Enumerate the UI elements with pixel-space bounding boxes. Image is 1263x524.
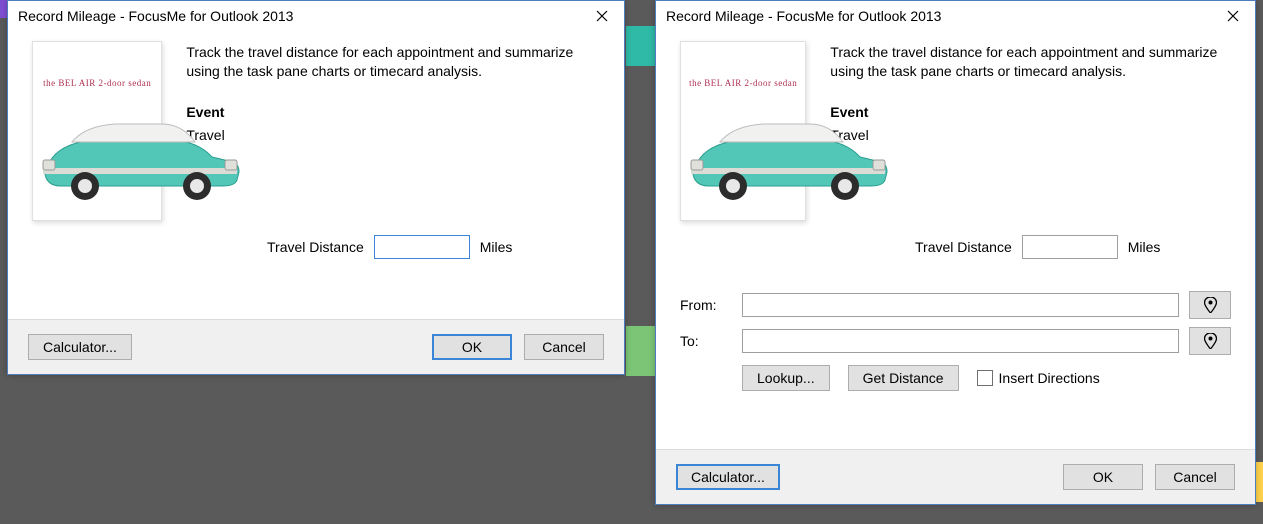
travel-distance-input[interactable] xyxy=(374,235,470,259)
distance-label: Travel Distance xyxy=(915,239,1012,255)
window-title: Record Mileage - FocusMe for Outlook 201… xyxy=(666,8,1211,24)
window-title: Record Mileage - FocusMe for Outlook 201… xyxy=(18,8,580,24)
record-mileage-dialog-expanded: Record Mileage - FocusMe for Outlook 201… xyxy=(655,0,1256,505)
travel-distance-row: Travel Distance Miles xyxy=(243,221,624,259)
calculator-section: From: To: Lookup... Get Distance Insert … xyxy=(656,287,1255,391)
ok-button[interactable]: OK xyxy=(432,334,512,360)
car-icon xyxy=(685,112,891,212)
close-button[interactable] xyxy=(1211,1,1255,31)
cancel-button[interactable]: Cancel xyxy=(524,334,604,360)
title-bar: Record Mileage - FocusMe for Outlook 201… xyxy=(8,1,624,31)
car-icon xyxy=(37,112,243,212)
from-label: From: xyxy=(680,297,732,313)
car-illustration: the BEL AIR 2-door sedan xyxy=(32,41,162,221)
travel-distance-input[interactable] xyxy=(1022,235,1118,259)
distance-label: Travel Distance xyxy=(267,239,364,255)
to-input[interactable] xyxy=(742,329,1179,353)
dialog-button-bar: Calculator... OK Cancel xyxy=(8,319,624,374)
dialog-button-bar: Calculator... OK Cancel xyxy=(656,449,1255,504)
record-mileage-dialog: Record Mileage - FocusMe for Outlook 201… xyxy=(7,0,625,375)
belair-caption: the BEL AIR 2-door sedan xyxy=(33,78,161,88)
event-name: Travel xyxy=(186,126,600,145)
travel-distance-row: Travel Distance Miles xyxy=(891,221,1255,259)
map-pin-icon xyxy=(1204,297,1217,313)
map-pin-icon xyxy=(1204,333,1217,349)
calculator-button[interactable]: Calculator... xyxy=(676,464,780,490)
title-bar: Record Mileage - FocusMe for Outlook 201… xyxy=(656,1,1255,31)
description-column: Track the travel distance for each appoi… xyxy=(186,41,600,221)
description-text: Track the travel distance for each appoi… xyxy=(830,43,1231,81)
belair-caption: the BEL AIR 2-door sedan xyxy=(681,78,805,88)
to-map-pin-button[interactable] xyxy=(1189,327,1231,355)
ok-button[interactable]: OK xyxy=(1063,464,1143,490)
insert-directions-label: Insert Directions xyxy=(999,370,1100,386)
event-heading: Event xyxy=(186,103,600,122)
cancel-button[interactable]: Cancel xyxy=(1155,464,1235,490)
from-input[interactable] xyxy=(742,293,1179,317)
to-label: To: xyxy=(680,333,732,349)
car-illustration: the BEL AIR 2-door sedan xyxy=(680,41,806,221)
close-button[interactable] xyxy=(580,1,624,31)
lookup-button[interactable]: Lookup... xyxy=(742,365,830,391)
distance-units: Miles xyxy=(480,239,513,255)
checkbox-box xyxy=(977,370,993,386)
description-text: Track the travel distance for each appoi… xyxy=(186,43,600,81)
from-map-pin-button[interactable] xyxy=(1189,291,1231,319)
get-distance-button[interactable]: Get Distance xyxy=(848,365,959,391)
distance-units: Miles xyxy=(1128,239,1161,255)
insert-directions-checkbox[interactable]: Insert Directions xyxy=(977,370,1100,386)
calculator-button[interactable]: Calculator... xyxy=(28,334,132,360)
